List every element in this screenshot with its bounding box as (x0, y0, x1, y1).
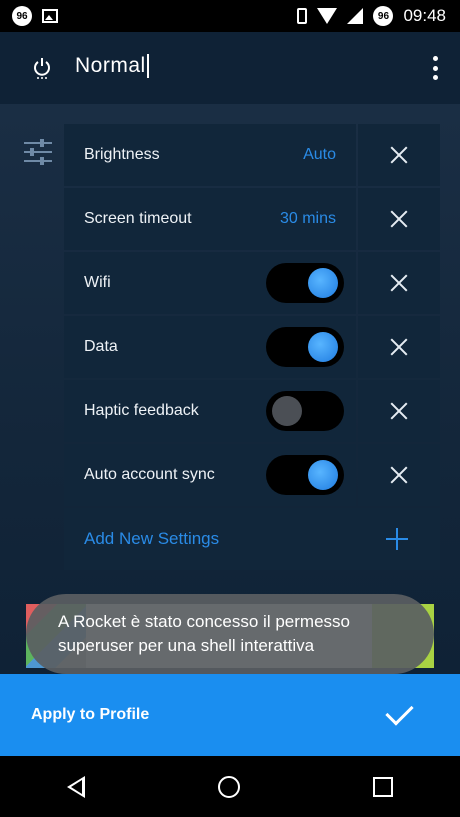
setting-auto-account-sync: Auto account sync (64, 444, 356, 506)
setting-wifi: Wifi (64, 252, 356, 314)
remove-screen-timeout-button[interactable] (358, 188, 440, 250)
vibrate-icon (297, 8, 308, 24)
plus-icon (386, 528, 408, 550)
app-bar: Normal (0, 32, 460, 104)
text-cursor (146, 54, 149, 79)
wifi-icon (317, 8, 338, 24)
add-new-settings-button[interactable]: Add New Settings (64, 508, 440, 570)
remove-wifi-button[interactable] (358, 252, 440, 314)
setting-screen-timeout[interactable]: Screen timeout 30 mins (64, 188, 356, 250)
sliders-icon (24, 139, 52, 165)
close-icon (390, 402, 408, 420)
remove-auto-account-sync-button[interactable] (358, 444, 440, 506)
status-time: 09:48 (403, 6, 446, 25)
close-icon (390, 338, 408, 356)
data-toggle[interactable] (266, 327, 344, 367)
setting-row-screen-timeout: Screen timeout 30 mins (64, 188, 440, 250)
setting-label: Screen timeout (84, 210, 192, 227)
close-icon (390, 146, 408, 164)
setting-row-data: Data (64, 316, 440, 378)
setting-label: Haptic feedback (84, 402, 199, 419)
profile-name-input[interactable]: Normal (75, 54, 149, 79)
setting-label: Auto account sync (84, 466, 215, 483)
apply-to-profile-button[interactable]: Apply to Profile (0, 674, 460, 756)
setting-label: Data (84, 338, 118, 355)
setting-row-auto-account-sync: Auto account sync (64, 444, 440, 506)
remove-brightness-button[interactable] (358, 124, 440, 186)
setting-label: Brightness (84, 146, 160, 163)
setting-row-haptic-feedback: Haptic feedback (64, 380, 440, 442)
toast-text: A Rocket è stato concesso il permesso su… (58, 612, 350, 655)
haptic-feedback-toggle[interactable] (266, 391, 344, 431)
image-icon (42, 9, 58, 23)
content-area: Brightness Auto Screen timeout 30 mins W… (0, 104, 460, 674)
setting-row-brightness: Brightness Auto (64, 124, 440, 186)
check-icon (385, 697, 414, 726)
remove-data-button[interactable] (358, 316, 440, 378)
navigation-bar (0, 756, 460, 817)
remove-haptic-feedback-button[interactable] (358, 380, 440, 442)
setting-brightness[interactable]: Brightness Auto (64, 124, 356, 186)
back-icon[interactable] (66, 775, 85, 798)
add-new-settings-label: Add New Settings (84, 529, 220, 548)
close-icon (390, 466, 408, 484)
signal-icon (347, 8, 364, 24)
notification-badge-icon: 96 (12, 6, 32, 26)
toast-message: A Rocket è stato concesso il permesso su… (26, 594, 434, 674)
more-options-icon[interactable] (432, 56, 438, 80)
recents-icon[interactable] (373, 776, 394, 797)
power-icon[interactable] (32, 57, 52, 79)
setting-value[interactable]: Auto (303, 146, 336, 164)
battery-badge-icon: 96 (373, 6, 394, 26)
setting-data: Data (64, 316, 356, 378)
close-icon (390, 274, 408, 292)
wifi-toggle[interactable] (266, 263, 344, 303)
apply-to-profile-label: Apply to Profile (31, 706, 150, 723)
setting-haptic-feedback: Haptic feedback (64, 380, 356, 442)
auto-account-sync-toggle[interactable] (266, 455, 344, 495)
setting-value[interactable]: 30 mins (280, 210, 336, 228)
status-bar: 96 96 09:48 (0, 0, 460, 32)
home-icon[interactable] (217, 775, 240, 798)
setting-label: Wifi (84, 274, 111, 291)
setting-row-wifi: Wifi (64, 252, 440, 314)
profile-name-text: Normal (75, 54, 146, 77)
close-icon (390, 210, 408, 228)
settings-list: Brightness Auto Screen timeout 30 mins W… (64, 124, 440, 570)
